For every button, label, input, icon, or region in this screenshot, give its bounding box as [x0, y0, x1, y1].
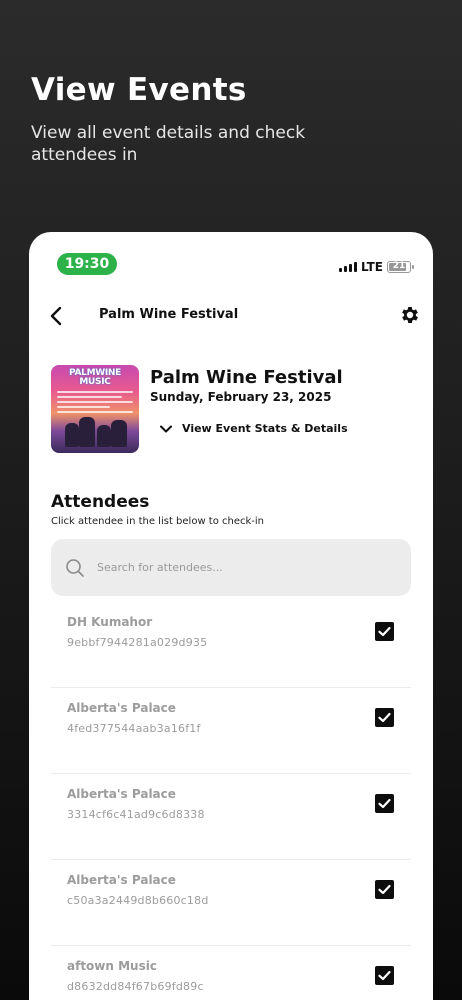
chevron-left-icon [50, 306, 62, 326]
gear-icon [402, 307, 418, 323]
event-stats-toggle[interactable]: View Event Stats & Details [160, 422, 348, 435]
event-date: Sunday, February 23, 2025 [150, 390, 332, 404]
attendee-list: DH Kumahor 9ebbf7944281a029d935 Alberta'… [51, 602, 411, 1000]
list-item[interactable]: DH Kumahor 9ebbf7944281a029d935 [51, 602, 411, 688]
attendee-code: 3314cf6c41ad9c6d8338 [67, 808, 205, 821]
back-button[interactable] [47, 305, 67, 327]
chevron-down-icon [160, 425, 172, 432]
search-input[interactable] [97, 539, 397, 596]
attendees-subtitle: Click attendee in the list below to chec… [51, 516, 265, 527]
network-label: LTE [360, 260, 383, 274]
search-box [51, 539, 411, 596]
attendee-name: DH Kumahor [67, 615, 153, 629]
checkbox-checked[interactable] [375, 880, 394, 899]
attendee-code: 4fed377544aab3a16f1f [67, 722, 201, 735]
checkmark-icon [378, 970, 391, 981]
checkmark-icon [378, 884, 391, 895]
checkbox-checked[interactable] [375, 622, 394, 641]
poster-title: PALMWINE MUSIC [69, 368, 121, 387]
attendee-code: c50a3a2449d8b660c18d [67, 894, 209, 907]
attendee-code: d8632dd84f67b69fd89c [67, 980, 204, 993]
attendees-title: Attendees [51, 492, 150, 512]
settings-button[interactable] [399, 304, 421, 326]
search-icon [66, 559, 84, 577]
checkmark-icon [378, 626, 391, 637]
status-indicators: LTE 21 [338, 260, 414, 274]
list-item[interactable]: Alberta's Palace 3314cf6c41ad9c6d8338 [51, 774, 411, 860]
status-time: 19:30 [57, 253, 117, 275]
header-title: Palm Wine Festival [99, 307, 239, 322]
battery-level: 21 [392, 261, 406, 271]
attendee-name: Alberta's Palace [67, 787, 176, 801]
checkbox-checked[interactable] [375, 794, 394, 813]
promo-subtitle: View all event details and check attende… [31, 123, 306, 165]
checkbox-checked[interactable] [375, 966, 394, 985]
checkmark-icon [378, 712, 391, 723]
battery-icon: 21 [387, 261, 414, 273]
signal-icon [338, 262, 357, 272]
promo-title: View Events [31, 72, 247, 108]
attendee-name: Alberta's Palace [67, 873, 176, 887]
list-item[interactable]: Alberta's Palace c50a3a2449d8b660c18d [51, 860, 411, 946]
event-poster: PALMWINE MUSIC [51, 365, 139, 453]
checkmark-icon [378, 798, 391, 809]
phone-screen: 19:30 LTE 21 Palm Wine Festival PALMWINE… [29, 232, 433, 1000]
attendee-code: 9ebbf7944281a029d935 [67, 636, 208, 649]
event-name: Palm Wine Festival [150, 367, 343, 388]
stats-toggle-label: View Event Stats & Details [182, 422, 348, 435]
attendee-name: Alberta's Palace [67, 701, 176, 715]
list-item[interactable]: aftown Music d8632dd84f67b69fd89c [51, 946, 411, 1000]
attendee-name: aftown Music [67, 959, 157, 973]
list-item[interactable]: Alberta's Palace 4fed377544aab3a16f1f [51, 688, 411, 774]
checkbox-checked[interactable] [375, 708, 394, 727]
